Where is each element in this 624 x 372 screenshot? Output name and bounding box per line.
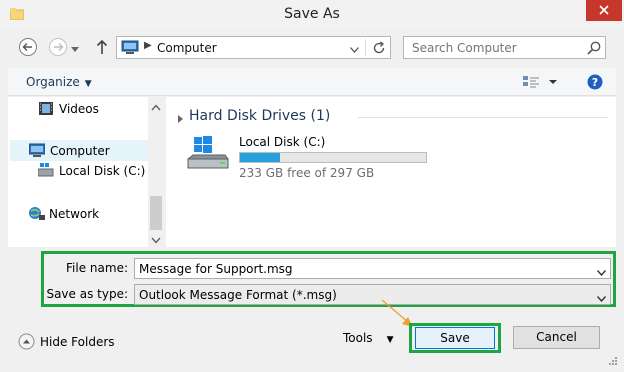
help-icon[interactable]: ? bbox=[587, 74, 603, 90]
back-button[interactable] bbox=[18, 37, 38, 57]
tools-label: Tools bbox=[343, 331, 373, 345]
caret-down-icon: ▼ bbox=[386, 335, 394, 345]
svg-text:?: ? bbox=[592, 76, 598, 89]
details-view-icon bbox=[523, 76, 557, 88]
close-icon bbox=[599, 5, 609, 15]
up-arrow-icon bbox=[96, 39, 108, 54]
scrollbar-thumb[interactable] bbox=[150, 196, 162, 230]
search-input[interactable] bbox=[404, 37, 587, 58]
collapse-group-icon[interactable] bbox=[176, 112, 184, 126]
nav-item-label: Local Disk (C:) bbox=[59, 164, 146, 178]
tools-menu-button[interactable]: Tools ▼ bbox=[343, 331, 393, 345]
network-icon bbox=[28, 206, 46, 224]
save-as-type-select[interactable]: Outlook Message Format (*.msg) bbox=[134, 284, 611, 305]
breadcrumb-separator-icon[interactable]: ▶ bbox=[144, 40, 152, 51]
computer-icon bbox=[28, 143, 46, 161]
hide-folders-label: Hide Folders bbox=[40, 335, 115, 349]
videos-icon bbox=[38, 101, 54, 119]
resize-grip-icon[interactable] bbox=[606, 356, 618, 371]
refresh-icon[interactable] bbox=[372, 41, 386, 58]
organize-label: Organize bbox=[26, 75, 80, 89]
chevron-down-icon[interactable] bbox=[350, 42, 359, 56]
forward-button[interactable] bbox=[48, 37, 68, 57]
drive-icon bbox=[37, 163, 54, 181]
file-name-value: Message for Support.msg bbox=[139, 262, 293, 276]
drive-name[interactable]: Local Disk (C:) bbox=[239, 135, 325, 149]
back-arrow-icon bbox=[19, 38, 37, 56]
nav-item-label: Network bbox=[49, 207, 100, 221]
drive-free-space: 233 GB free of 297 GB bbox=[239, 166, 375, 180]
collapse-up-icon bbox=[18, 333, 35, 353]
window-title: Save As bbox=[284, 6, 340, 22]
divider bbox=[365, 39, 366, 56]
computer-icon bbox=[121, 40, 139, 58]
file-name-label: File name: bbox=[66, 261, 128, 275]
up-button[interactable] bbox=[95, 39, 109, 55]
save-as-type-label: Save as type: bbox=[46, 287, 128, 301]
breadcrumb-computer[interactable]: Computer bbox=[157, 41, 217, 55]
save-button[interactable]: Save bbox=[415, 327, 495, 349]
organize-button[interactable]: Organize ▼ bbox=[26, 75, 92, 89]
caret-down-icon: ▼ bbox=[84, 79, 92, 89]
change-view-button[interactable] bbox=[522, 73, 558, 91]
save-as-type-value: Outlook Message Format (*.msg) bbox=[139, 288, 337, 302]
drive-usage-bar bbox=[239, 152, 427, 163]
search-icon[interactable] bbox=[587, 41, 601, 58]
drive-usage-fill bbox=[240, 153, 280, 162]
search-box[interactable] bbox=[403, 36, 606, 59]
file-name-input[interactable]: Message for Support.msg bbox=[134, 258, 611, 279]
nav-item-label: Computer bbox=[50, 144, 110, 158]
recent-locations-icon[interactable] bbox=[71, 42, 79, 56]
scroll-up-icon[interactable] bbox=[151, 100, 161, 114]
hard-drive-icon[interactable] bbox=[184, 134, 230, 176]
group-divider bbox=[358, 117, 608, 118]
nav-item-label: Videos bbox=[59, 102, 99, 116]
chevron-down-icon[interactable] bbox=[596, 291, 607, 305]
forward-arrow-icon bbox=[49, 38, 67, 56]
close-button[interactable] bbox=[586, 0, 622, 21]
scroll-down-icon[interactable] bbox=[151, 233, 161, 247]
chevron-down-icon[interactable] bbox=[596, 265, 607, 279]
address-bar[interactable]: ▶ Computer bbox=[116, 36, 391, 59]
group-header[interactable]: Hard Disk Drives (1) bbox=[189, 108, 330, 124]
cancel-button[interactable]: Cancel bbox=[513, 326, 600, 349]
